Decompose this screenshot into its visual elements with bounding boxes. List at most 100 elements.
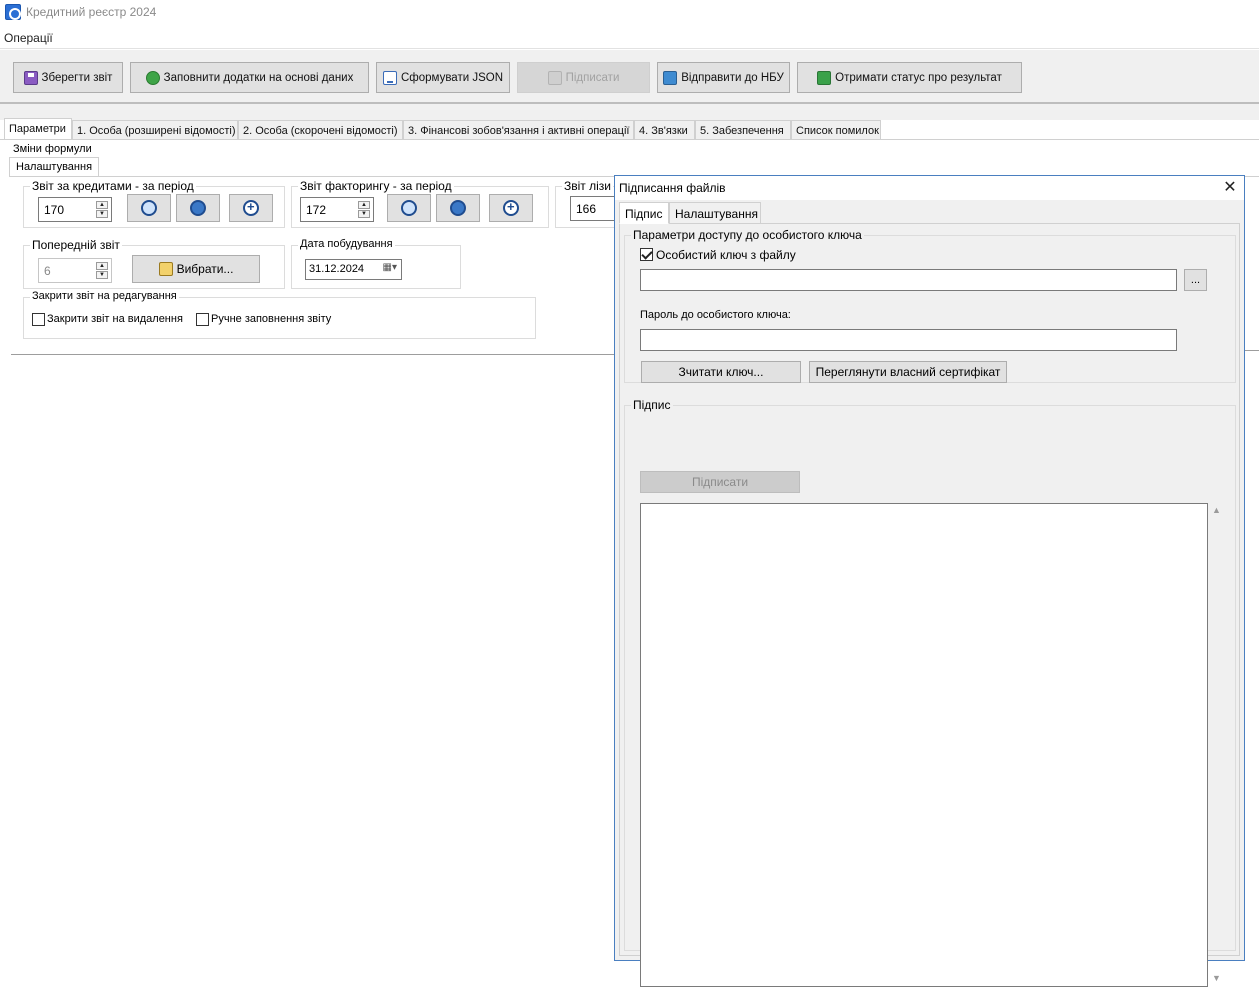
credits-period-value: 170	[44, 203, 65, 217]
factoring-view-button[interactable]	[387, 194, 431, 222]
key-access-label: Параметри доступу до особистого ключа	[631, 228, 864, 242]
build-date-picker[interactable]: 31.12.2024 ▦▾	[305, 259, 402, 280]
dialog-tabs: Підпис Налаштування	[619, 202, 1239, 224]
fill-appendices-label: Заповнити додатки на основі даних	[163, 71, 354, 84]
factoring-period-stepper[interactable]: ▲ ▼	[358, 201, 370, 218]
get-status-label: Отримати статус про результат	[835, 71, 1002, 84]
scroll-up-icon[interactable]: ▲	[1212, 505, 1221, 515]
credits-report-label: Звіт за кредитами - за період	[30, 179, 196, 193]
refresh-icon	[450, 200, 466, 216]
tab-person-short[interactable]: 2. Особа (скорочені відомості)	[238, 120, 403, 140]
window-title: Кредитний реєстр 2024	[26, 5, 157, 19]
factoring-refresh-button[interactable]	[436, 194, 480, 222]
tab-collateral[interactable]: 5. Забезпечення	[695, 120, 791, 140]
key-from-file-label: Особистий ключ з файлу	[656, 248, 796, 262]
save-report-button[interactable]: Зберегти звіт	[13, 62, 123, 93]
add-icon	[503, 199, 519, 216]
previous-report-stepper[interactable]: ▲ ▼	[96, 262, 108, 279]
send-to-nbu-label: Відправити до НБУ	[681, 71, 784, 84]
inbox-status-icon	[817, 70, 832, 85]
toolbar-spacer	[0, 104, 1259, 120]
tab-settings-sub[interactable]: Налаштування	[9, 157, 100, 177]
app-logo-icon	[5, 4, 21, 20]
select-file-icon	[158, 262, 173, 276]
tab-parameters[interactable]: Параметри	[4, 118, 72, 140]
previous-report-input[interactable]: 6 ▲ ▼	[38, 258, 112, 283]
sign-certificate-icon	[547, 70, 562, 85]
credits-period-input[interactable]: 170 ▲ ▼	[38, 197, 112, 222]
calendar-dropdown-icon[interactable]: ▦▾	[383, 262, 397, 273]
menu-bar: Операції	[0, 27, 1259, 49]
dialog-title-bar: Підписання файлів ✕	[615, 176, 1244, 200]
view-certificate-button[interactable]: Переглянути власний сертифікат	[809, 361, 1007, 383]
previous-report-label: Попередній звіт	[30, 238, 122, 252]
key-password-input[interactable]	[640, 329, 1177, 351]
build-date-group: Дата побудування 31.12.2024 ▦▾	[291, 238, 461, 289]
get-status-button[interactable]: Отримати статус про результат	[797, 62, 1022, 93]
dialog-tab-content: Параметри доступу до особистого ключа Ос…	[619, 223, 1240, 987]
sign-button[interactable]: Підписати	[517, 62, 650, 93]
factoring-period-input[interactable]: 172 ▲ ▼	[300, 197, 374, 222]
tab-dialog-settings[interactable]: Налаштування	[669, 202, 761, 224]
signature-output-area[interactable]	[640, 503, 1208, 987]
manual-fill-label: Ручне заповнення звіту	[211, 313, 332, 325]
tab-person-extended[interactable]: 1. Особа (розширені відомості)	[72, 120, 238, 140]
export-icon	[382, 70, 397, 85]
credits-report-group: Звіт за кредитами - за період 170 ▲ ▼	[23, 179, 285, 228]
factoring-period-value: 172	[306, 203, 327, 217]
choose-previous-label: Вибрати...	[176, 262, 234, 276]
manual-fill-checkbox[interactable]	[196, 313, 209, 326]
floppy-disk-icon	[23, 70, 38, 85]
tabs-divider	[0, 139, 1259, 140]
close-delete-checkbox[interactable]	[32, 313, 45, 326]
key-access-group: Параметри доступу до особистого ключа Ос…	[624, 228, 1236, 383]
read-key-button[interactable]: Зчитати ключ...	[641, 361, 801, 383]
send-to-nbu-button[interactable]: Відправити до НБУ	[657, 62, 790, 93]
sign-label: Підписати	[565, 71, 620, 84]
factoring-add-button[interactable]	[489, 194, 533, 222]
magnifier-icon	[141, 200, 157, 216]
credits-view-button[interactable]	[127, 194, 171, 222]
magnifier-icon	[401, 200, 417, 216]
close-icon[interactable]: ✕	[1220, 178, 1240, 198]
generate-json-button[interactable]: Сформувати JSON	[376, 62, 510, 93]
factoring-report-group: Звіт факторингу - за період 172 ▲ ▼	[291, 179, 549, 228]
key-file-path-input[interactable]	[640, 269, 1177, 291]
close-delete-label: Закрити звіт на видалення	[47, 313, 183, 325]
build-date-value: 31.12.2024	[309, 263, 365, 275]
refresh-icon	[190, 200, 206, 216]
send-package-icon	[663, 70, 678, 85]
content-divider	[11, 354, 615, 355]
credits-refresh-button[interactable]	[176, 194, 220, 222]
previous-report-group: Попередній звіт 6 ▲ ▼ Вибрати...	[23, 238, 285, 289]
credits-period-stepper[interactable]: ▲ ▼	[96, 201, 108, 218]
add-icon	[243, 199, 259, 216]
key-password-label: Пароль до особистого ключа:	[640, 309, 791, 321]
tab-financial-obligations[interactable]: 3. Фінансові зобов'язання і активні опер…	[403, 120, 634, 140]
content-divider-right	[1244, 350, 1259, 351]
close-editing-group: Закрити звіт на редагування Закрити звіт…	[23, 290, 536, 339]
generate-json-label: Сформувати JSON	[400, 71, 504, 84]
signature-label: Підпис	[631, 398, 673, 412]
choose-previous-button[interactable]: Вибрати...	[132, 255, 260, 283]
toolbar: Зберегти звіт Заповнити додатки на основ…	[0, 50, 1259, 104]
leasing-report-label: Звіт лізи	[562, 179, 613, 193]
leasing-period-value: 166	[576, 202, 597, 216]
menu-operations[interactable]: Операції	[4, 31, 53, 45]
refresh-icon	[145, 70, 160, 85]
tab-signature[interactable]: Підпис	[619, 202, 669, 224]
tab-relations[interactable]: 4. Зв'язки	[634, 120, 695, 140]
scroll-down-icon[interactable]: ▼	[1212, 973, 1221, 983]
build-date-label: Дата побудування	[298, 238, 395, 250]
factoring-report-label: Звіт факторингу - за період	[298, 179, 454, 193]
credits-add-button[interactable]	[229, 194, 273, 222]
tab-error-list[interactable]: Список помилок	[791, 120, 881, 140]
formula-changes-label: Зміни формули	[13, 143, 92, 155]
fill-appendices-button[interactable]: Заповнити додатки на основі даних	[130, 62, 369, 93]
previous-report-value: 6	[44, 264, 51, 278]
signing-dialog: Підписання файлів ✕ Параметри доступу до…	[614, 175, 1245, 987]
key-from-file-checkbox[interactable]	[640, 248, 653, 261]
browse-key-file-button[interactable]: ...	[1184, 269, 1207, 291]
dialog-sign-button[interactable]: Підписати	[640, 471, 800, 493]
title-bar: Кредитний реєстр 2024	[0, 0, 1259, 26]
